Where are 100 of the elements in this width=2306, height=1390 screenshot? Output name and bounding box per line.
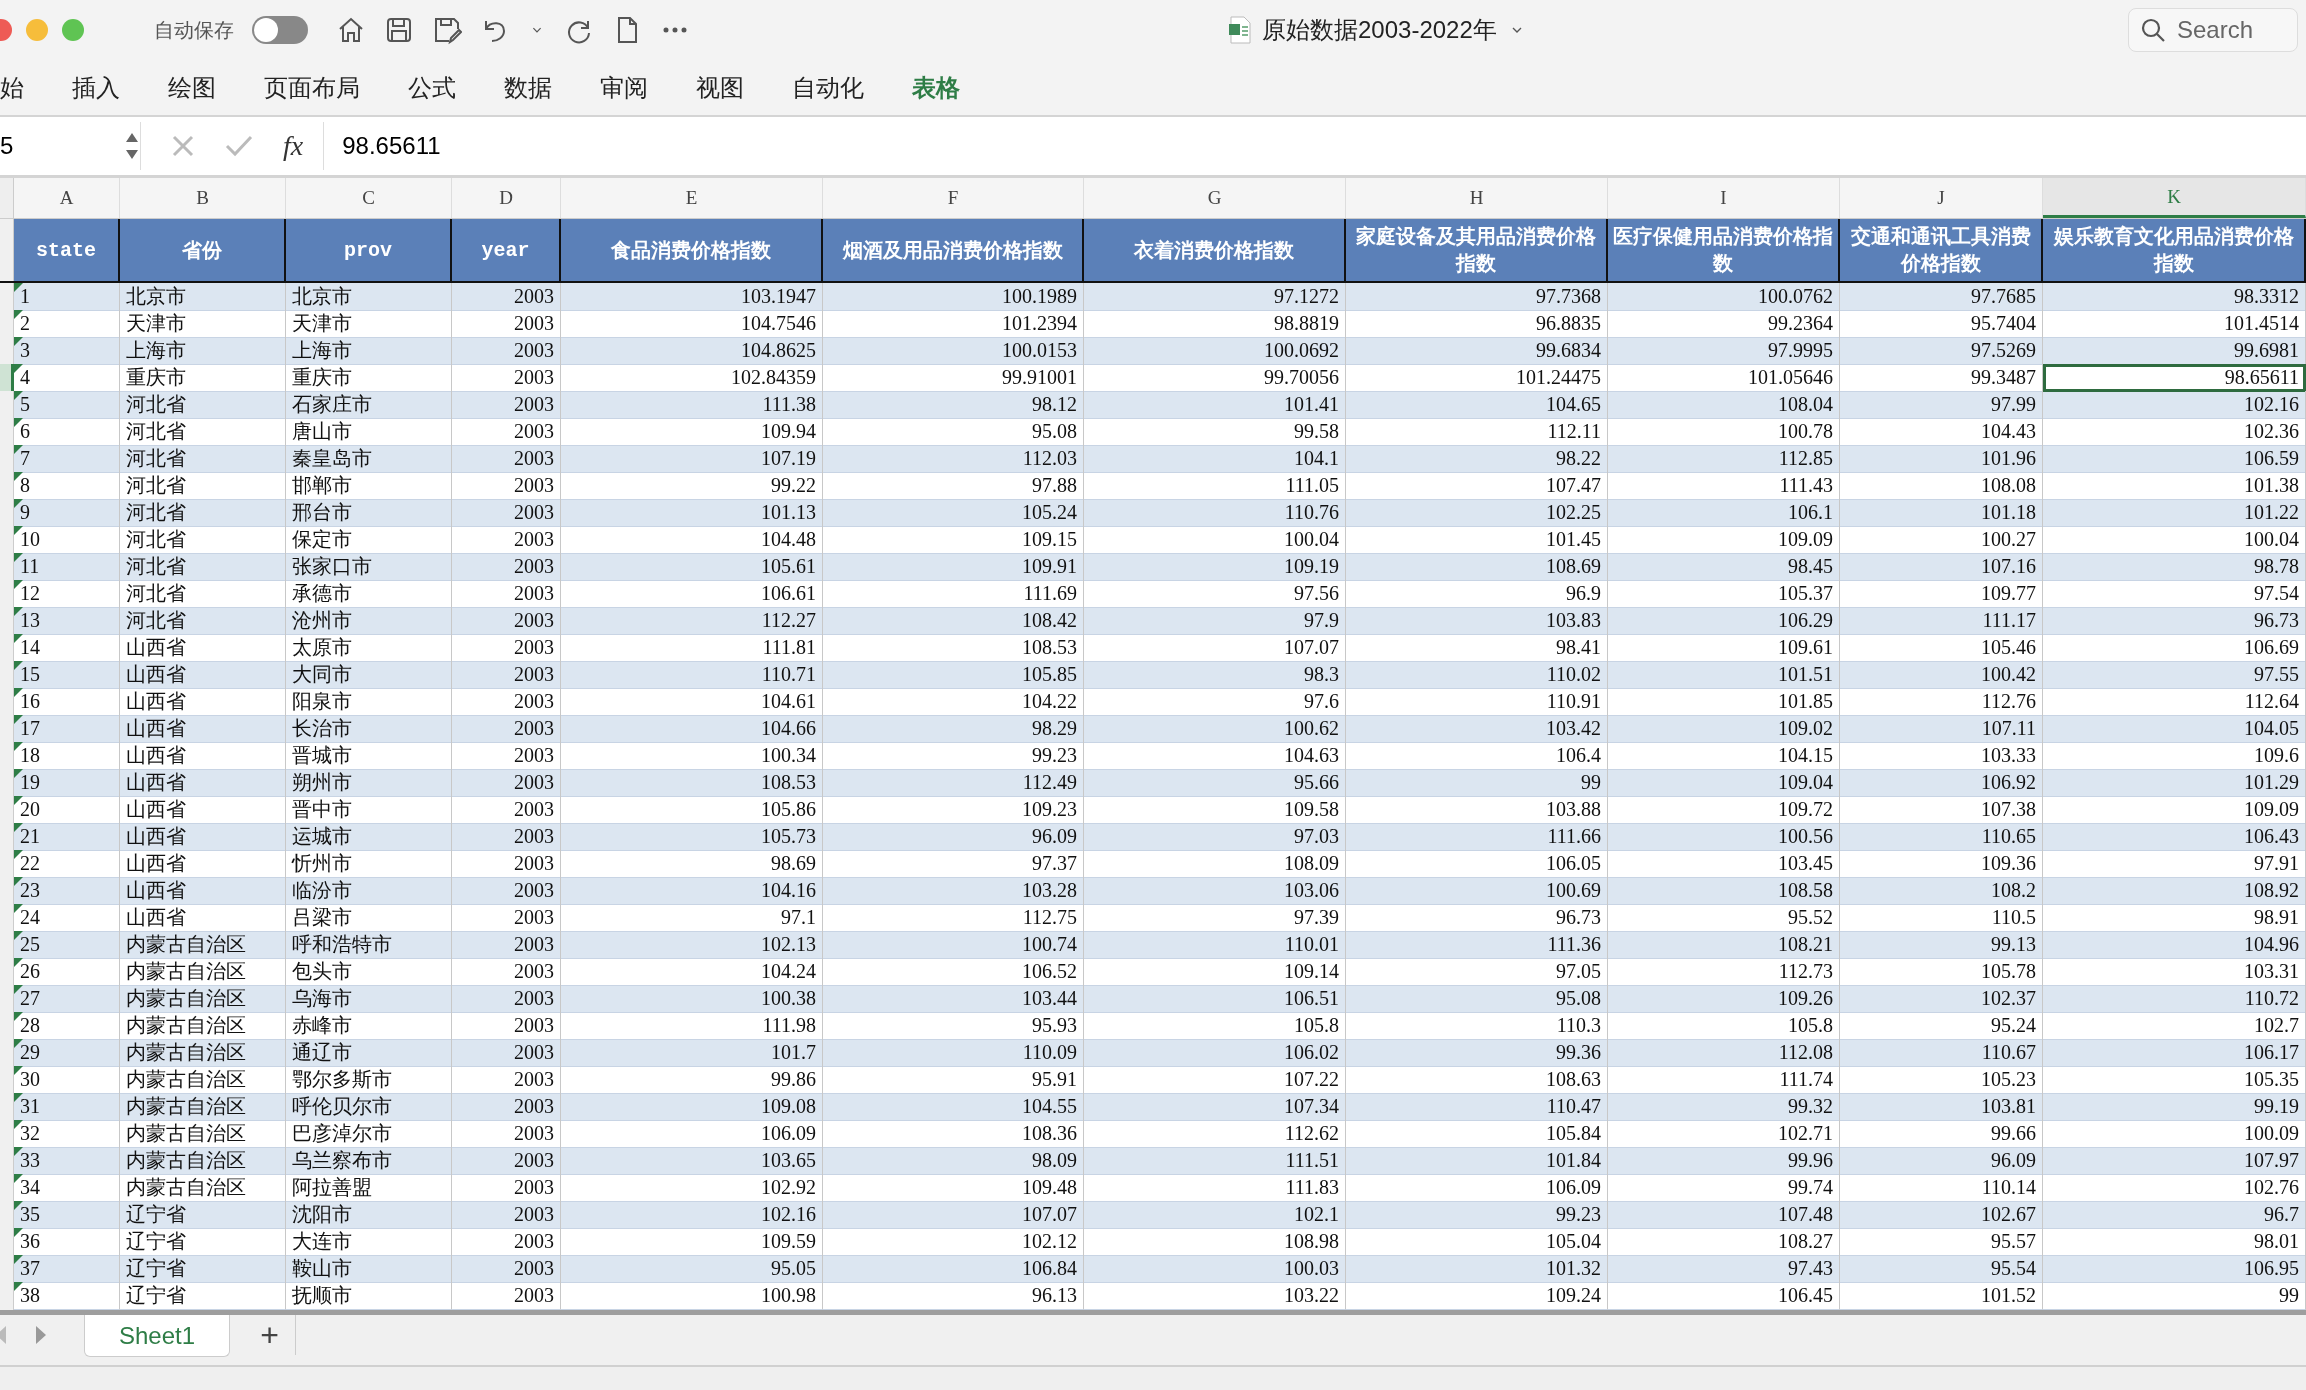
ribbon-tab[interactable]: 绘图	[144, 64, 240, 111]
table-cell: 2003	[452, 283, 561, 311]
corner-triangle-icon	[14, 985, 23, 994]
ribbon-tab[interactable]: 公式	[384, 64, 480, 111]
column-letter[interactable]: C	[286, 178, 452, 218]
table-cell: 108.69	[1346, 553, 1608, 581]
column-letter[interactable]: E	[561, 178, 823, 218]
formula-value[interactable]: 98.65611	[324, 132, 441, 160]
corner-triangle-icon	[14, 796, 23, 805]
table-cell: 临汾市	[286, 877, 452, 905]
table-cell: 105.61	[561, 553, 823, 581]
table-cell: 102.16	[561, 1201, 823, 1229]
corner-triangle-icon	[14, 958, 23, 967]
ribbon-tab[interactable]: 页面布局	[240, 64, 384, 111]
table-cell: 2003	[452, 1147, 561, 1175]
zoom-button[interactable]	[62, 19, 84, 41]
table-cell: 通辽市	[286, 1039, 452, 1067]
table-cell: 97.9	[1084, 607, 1346, 635]
table-cell: 运城市	[286, 823, 452, 851]
add-sheet-button[interactable]: +	[244, 1315, 297, 1355]
table-cell: 106.92	[1840, 769, 2043, 797]
table-cell: 山西省	[120, 877, 286, 905]
table-cell: 山西省	[120, 769, 286, 797]
table-cell: 112.08	[1608, 1039, 1840, 1067]
ribbon-tab[interactable]: 数据	[480, 64, 576, 111]
table-cell: 朔州市	[286, 769, 452, 797]
search-field[interactable]: Search	[2128, 8, 2298, 52]
next-sheet-icon[interactable]	[34, 1324, 48, 1346]
table-cell: 106.51	[1084, 985, 1346, 1013]
column-letter[interactable]: F	[823, 178, 1084, 218]
corner-triangle-icon	[14, 877, 23, 886]
select-all-corner[interactable]	[0, 178, 14, 218]
save-icon[interactable]	[384, 15, 414, 45]
table-cell: 河北省	[120, 391, 286, 419]
corner-triangle-icon	[14, 337, 23, 346]
sheet-tab[interactable]: Sheet1	[84, 1315, 231, 1357]
ribbon-tab[interactable]: 插入	[48, 64, 144, 111]
table-cell: 河北省	[120, 607, 286, 635]
column-letter[interactable]: D	[452, 178, 561, 218]
table-cell: 13	[14, 607, 120, 635]
table-cell: 98.22	[1346, 445, 1608, 473]
table-cell: 乌兰察布市	[286, 1147, 452, 1175]
minimize-button[interactable]	[26, 19, 48, 41]
ribbon-tab[interactable]: 始	[0, 64, 48, 111]
ribbon-tab[interactable]: 自动化	[768, 64, 888, 111]
table-cell: 17	[14, 715, 120, 743]
autosave-toggle[interactable]	[252, 16, 308, 44]
table-cell: 108.2	[1840, 877, 2043, 905]
table-cell: 101.18	[1840, 499, 2043, 527]
ribbon-tab[interactable]: 视图	[672, 64, 768, 111]
column-letter[interactable]: H	[1346, 178, 1608, 218]
table-cell: 2003	[452, 661, 561, 689]
table-cell: 105.85	[823, 661, 1084, 689]
table-cell: 101.41	[1084, 391, 1346, 419]
table-cell: 2003	[452, 445, 561, 473]
table-cell: 内蒙古自治区	[120, 1039, 286, 1067]
column-letter[interactable]: G	[1084, 178, 1346, 218]
table-cell: 2003	[452, 553, 561, 581]
corner-triangle-icon	[14, 607, 23, 616]
table-cell: 2003	[452, 1039, 561, 1067]
table-cell: 21	[14, 823, 120, 851]
table-cell: 109.91	[823, 553, 1084, 581]
save-edit-icon[interactable]	[432, 15, 462, 45]
corner-triangle-icon	[14, 553, 23, 562]
corner-triangle-icon	[14, 1066, 23, 1075]
name-box[interactable]: 5	[0, 122, 141, 170]
table-cell: 辽宁省	[120, 1201, 286, 1229]
table-cell: 内蒙古自治区	[120, 931, 286, 959]
column-header: 衣着消费价格指数	[1084, 219, 1346, 281]
column-letter[interactable]: A	[14, 178, 120, 218]
table-cell: 103.81	[1840, 1093, 2043, 1121]
table-cell: 110.76	[1084, 499, 1346, 527]
table-cell: 100.74	[823, 931, 1084, 959]
table-cell: 104.8625	[561, 337, 823, 365]
table-cell: 100.0692	[1084, 337, 1346, 365]
table-cell: 100.62	[1084, 715, 1346, 743]
table-cell: 112.03	[823, 445, 1084, 473]
column-letter[interactable]: B	[120, 178, 286, 218]
table-cell: 内蒙古自治区	[120, 1147, 286, 1175]
table-cell: 110.01	[1084, 931, 1346, 959]
row-header[interactable]	[0, 364, 14, 392]
column-letter[interactable]: I	[1608, 178, 1840, 218]
table-cell: 109.02	[1608, 715, 1840, 743]
table-cell: 103.42	[1346, 715, 1608, 743]
table-cell: 98.3312	[2043, 283, 2306, 311]
column-letter[interactable]: K	[2043, 178, 2306, 218]
ribbon-tab[interactable]: 审阅	[576, 64, 672, 111]
table-cell: 北京市	[120, 283, 286, 311]
corner-triangle-icon	[14, 1174, 23, 1183]
table-cell: 95.54	[1840, 1255, 2043, 1283]
checkmark-icon[interactable]	[225, 134, 253, 158]
table-cell: 2003	[452, 823, 561, 851]
table-cell: 97.03	[1084, 823, 1346, 851]
ribbon-tab[interactable]: 表格	[888, 64, 984, 111]
table-cell: 107.34	[1084, 1093, 1346, 1121]
corner-triangle-icon	[14, 742, 23, 751]
function-button[interactable]: fx	[283, 130, 304, 162]
cancel-icon[interactable]	[171, 134, 195, 158]
table-cell: 95.05	[561, 1255, 823, 1283]
table-cell: 111.66	[1346, 823, 1608, 851]
